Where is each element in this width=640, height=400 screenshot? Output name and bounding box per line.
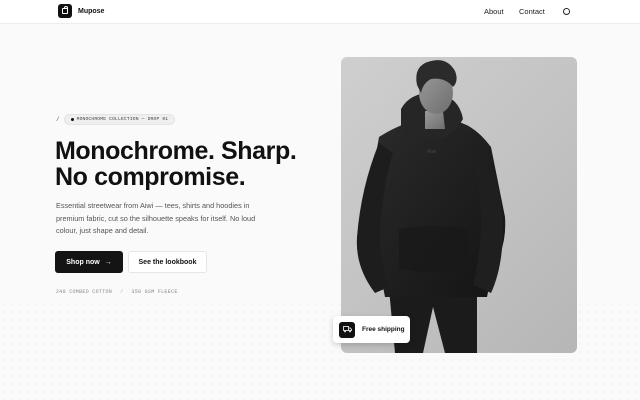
- dot-icon: [70, 118, 74, 121]
- truck-icon: [339, 321, 355, 338]
- model-illustration: Aiwi: [356, 60, 506, 353]
- lookbook-label: See the lookbook: [138, 258, 197, 266]
- top-nav: Mupose About Contact: [0, 0, 640, 24]
- hero-headline: Monochrome. Sharp. No compromise.: [55, 138, 325, 190]
- free-shipping-label: Free shipping: [362, 326, 405, 333]
- eyebrow-text: MONOCHROME COLLECTION — DROP 01: [76, 117, 169, 122]
- hero-image: Aiwi: [341, 57, 577, 353]
- lookbook-button[interactable]: See the lookbook: [128, 251, 207, 273]
- hero-description: Essential streetwear from Aiwi — tees, s…: [56, 201, 256, 235]
- spec-fleece: 350 GSM FLEECE: [131, 289, 178, 295]
- shop-now-label: Shop now: [66, 258, 100, 266]
- spec-separator: /: [120, 289, 124, 295]
- spec-cotton: 240 COMBED COTTON: [56, 289, 113, 295]
- moon-icon: [563, 8, 570, 15]
- brand-name: Mupose: [78, 7, 105, 15]
- shopping-bag-icon: [58, 4, 72, 18]
- nav-link-contact[interactable]: Contact: [519, 7, 545, 16]
- fabric-specs: 240 COMBED COTTON / 350 GSM FLEECE: [56, 289, 178, 295]
- shop-now-button[interactable]: Shop now →: [55, 251, 123, 273]
- arrow-right-icon: →: [104, 258, 112, 266]
- collection-eyebrow: / MONOCHROME COLLECTION — DROP 01: [56, 114, 176, 125]
- eyebrow-prefix: /: [56, 116, 60, 123]
- headline-line-2: No compromise.: [55, 163, 246, 191]
- free-shipping-badge: Free shipping: [333, 316, 410, 343]
- eyebrow-pill: MONOCHROME COLLECTION — DROP 01: [63, 114, 176, 125]
- theme-toggle-button[interactable]: [560, 5, 573, 18]
- nav-link-about[interactable]: About: [484, 7, 504, 16]
- headline-line-1: Monochrome. Sharp.: [55, 137, 297, 165]
- brand-logo[interactable]: Mupose: [58, 4, 104, 18]
- hoodie-print: Aiwi: [427, 149, 436, 155]
